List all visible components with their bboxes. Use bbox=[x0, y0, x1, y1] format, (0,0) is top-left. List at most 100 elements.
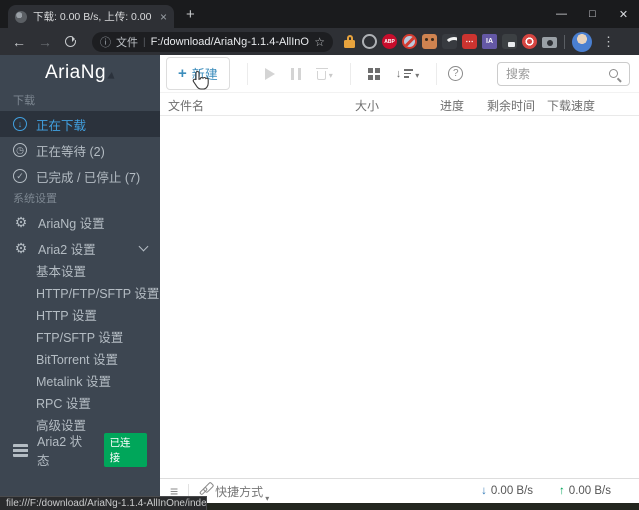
bookmark-star-icon[interactable]: ☆ bbox=[314, 35, 325, 49]
help-button[interactable]: ? bbox=[448, 66, 464, 81]
search-icon[interactable] bbox=[608, 68, 621, 81]
window-controls: — □ ✕ bbox=[546, 0, 639, 28]
close-button[interactable]: ✕ bbox=[608, 0, 639, 28]
toolbar-divider bbox=[436, 62, 438, 85]
profile-avatar[interactable] bbox=[572, 31, 592, 52]
sidebar-item-label: 正在下载 bbox=[36, 118, 87, 133]
adblock-extension-icon[interactable]: ABP bbox=[382, 34, 397, 49]
search-input[interactable] bbox=[506, 67, 608, 81]
column-header-progress[interactable]: 进度 bbox=[440, 97, 464, 114]
tab-title: 下载: 0.00 B/s, 上传: 0.00 B/s - AriaNg bbox=[33, 11, 154, 23]
caret-down-icon: ▾ bbox=[415, 70, 420, 80]
page-info-icon[interactable]: ⓘ bbox=[100, 34, 111, 50]
column-header-size[interactable]: 大小 bbox=[355, 97, 379, 114]
upload-speed: ↑ 0.00 B/s bbox=[559, 485, 611, 497]
table-header: 文件名 大小 进度 剩余时间 下载速度 bbox=[160, 93, 639, 116]
sidebar-subitem-basic[interactable]: 基本设置 bbox=[0, 261, 160, 283]
shortcut-menu[interactable]: 快捷方式 bbox=[215, 483, 263, 500]
toolbar-divider bbox=[246, 62, 248, 85]
app-logo: AriaNg bbox=[0, 55, 160, 91]
sidebar-section-downloads: 下载 bbox=[13, 95, 35, 107]
view-mode-button[interactable] bbox=[367, 67, 380, 80]
grid-icon bbox=[367, 67, 373, 73]
screenshot-extension-icon[interactable] bbox=[542, 37, 557, 48]
new-task-label: 新建 bbox=[191, 67, 218, 82]
dark-extension-icon[interactable] bbox=[442, 34, 457, 49]
browser-status-bar: file:///F:/download/AriaNg-1.1.4-AllInOn… bbox=[0, 496, 207, 510]
sidebar-item-ariang-settings[interactable]: ⚙ AriaNg 设置 bbox=[0, 209, 160, 235]
browser-titlebar: 下载: 0.00 B/s, 上传: 0.00 B/s - AriaNg × + … bbox=[0, 0, 639, 28]
logo-mark-icon bbox=[107, 72, 117, 82]
new-tab-button[interactable]: + bbox=[186, 6, 195, 23]
sort-icon: ↓ bbox=[396, 68, 414, 80]
scheme-label: 文件 bbox=[116, 37, 138, 49]
speed-indicators: ↓ 0.00 B/s ↑ 0.00 B/s bbox=[481, 485, 629, 497]
chevron-down-icon bbox=[138, 241, 149, 251]
sidebar-item-label: Aria2 设置 bbox=[38, 242, 96, 257]
new-task-button[interactable]: + 新建 bbox=[166, 57, 230, 90]
column-header-speed[interactable]: 下载速度 bbox=[547, 97, 595, 114]
reload-icon[interactable] bbox=[65, 34, 78, 47]
back-icon[interactable]: ← bbox=[6, 34, 32, 50]
record-extension-icon[interactable] bbox=[522, 34, 537, 49]
sidebar-item-aria2-status[interactable]: Aria2 状态 已连接 bbox=[0, 433, 160, 468]
tab-favicon-icon bbox=[15, 10, 27, 23]
start-button[interactable] bbox=[264, 67, 275, 80]
sidebar-subitem-rpc[interactable]: RPC 设置 bbox=[0, 393, 160, 415]
url-text[interactable]: F:/download/AriaNg-1.1.4-AllInOne... bbox=[151, 36, 310, 48]
address-bar[interactable]: ⓘ 文件 | F:/download/AriaNg-1.1.4-AllInOne… bbox=[92, 32, 333, 52]
archive-extension-icon[interactable]: IA bbox=[482, 34, 497, 49]
sidebar-subitem-bittorrent[interactable]: BitTorrent 设置 bbox=[0, 349, 160, 371]
sidebar-item-downloading[interactable]: ↓ 正在下载 bbox=[0, 111, 160, 137]
sidebar-item-waiting[interactable]: ◷ 正在等待 (2) bbox=[0, 137, 160, 163]
column-header-remaining[interactable]: 剩余时间 bbox=[487, 97, 535, 114]
clock-icon: ◷ bbox=[13, 143, 27, 157]
pause-icon bbox=[290, 67, 301, 80]
app-logo-text: AriaNg bbox=[44, 62, 107, 83]
play-icon bbox=[264, 67, 275, 80]
sidebar-subitem-http-ftp-sftp[interactable]: HTTP/FTP/SFTP 设置 bbox=[0, 283, 160, 305]
minimize-button[interactable]: — bbox=[546, 0, 577, 28]
sidebar: AriaNg 下载 ↓ 正在下载 ◷ 正在等待 (2) ✓ 已完成 / 已停止 … bbox=[0, 55, 160, 503]
extensions-row: ABP ⋯ IA ⋮ bbox=[342, 31, 621, 52]
downloader-extension-icon[interactable]: ⋯ bbox=[462, 34, 477, 49]
sort-button[interactable]: ↓ ▾ bbox=[396, 68, 420, 80]
sidebar-subitem-http[interactable]: HTTP 设置 bbox=[0, 305, 160, 327]
browser-tab[interactable]: 下载: 0.00 B/s, 上传: 0.00 B/s - AriaNg × bbox=[8, 5, 174, 28]
column-header-filename[interactable]: 文件名 bbox=[168, 97, 204, 114]
gears-icon: ⚙ bbox=[14, 239, 28, 256]
search-box bbox=[497, 62, 630, 86]
toolbar-divider bbox=[349, 62, 351, 85]
sidebar-item-aria2-settings[interactable]: ⚙ Aria2 设置 bbox=[0, 235, 160, 261]
circle-extension-icon[interactable] bbox=[362, 34, 377, 49]
forward-icon[interactable]: → bbox=[32, 34, 58, 50]
app-footer: ≡ 快捷方式 ▾ ↓ 0.00 B/s ↑ 0.00 B/s bbox=[160, 478, 639, 503]
toolbar-separator bbox=[564, 34, 565, 49]
scheme-divider: | bbox=[143, 36, 146, 48]
lock-extension-icon[interactable] bbox=[342, 34, 357, 49]
link-icon bbox=[199, 486, 209, 496]
upload-arrow-icon: ↑ bbox=[559, 485, 565, 497]
check-circle-icon: ✓ bbox=[13, 169, 27, 183]
sidebar-subitem-metalink[interactable]: Metalink 设置 bbox=[0, 371, 160, 393]
pause-button[interactable] bbox=[290, 67, 301, 80]
blocker-extension-icon[interactable] bbox=[402, 34, 417, 49]
download-speed: ↓ 0.00 B/s bbox=[481, 485, 533, 497]
pip-extension-icon[interactable] bbox=[502, 34, 517, 49]
download-speed-value: 0.00 B/s bbox=[490, 485, 534, 497]
delete-button[interactable]: ▾ bbox=[315, 67, 333, 80]
caret-down-icon: ▾ bbox=[265, 494, 270, 503]
tab-close-icon[interactable]: × bbox=[160, 11, 167, 23]
download-arrow-icon: ↓ bbox=[481, 485, 487, 497]
plus-icon: + bbox=[178, 65, 187, 82]
trash-icon bbox=[315, 67, 328, 80]
maximize-button[interactable]: □ bbox=[577, 0, 608, 28]
sidebar-item-label: 已完成 / 已停止 (7) bbox=[36, 170, 141, 185]
download-circle-icon: ↓ bbox=[13, 117, 27, 131]
sidebar-subitem-ftp-sftp[interactable]: FTP/SFTP 设置 bbox=[0, 327, 160, 349]
browser-menu-icon[interactable]: ⋮ bbox=[602, 34, 615, 50]
sidebar-item-label: 正在等待 (2) bbox=[36, 144, 105, 159]
sidebar-item-stopped[interactable]: ✓ 已完成 / 已停止 (7) bbox=[0, 163, 160, 189]
tampermonkey-extension-icon[interactable] bbox=[422, 34, 437, 49]
gear-icon: ⚙ bbox=[14, 213, 28, 230]
